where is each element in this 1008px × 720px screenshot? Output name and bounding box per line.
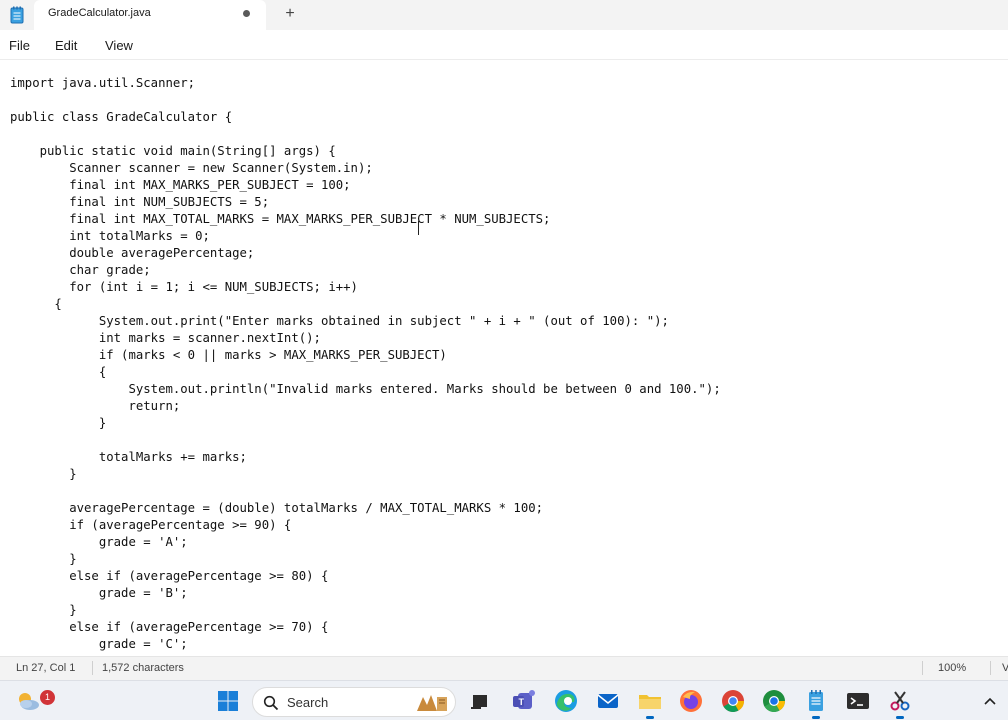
menu-view[interactable]: View xyxy=(105,38,133,53)
notepad-app-icon xyxy=(10,6,24,24)
notification-badge: 1 xyxy=(40,690,55,705)
code-line: if (marks < 0 || marks > MAX_MARKS_PER_S… xyxy=(10,348,447,362)
code-line: grade = 'A'; xyxy=(10,535,188,549)
menu-bar: File Edit View xyxy=(0,30,1008,60)
widgets-icon xyxy=(417,695,447,711)
title-bar: GradeCalculator.java + xyxy=(0,0,1008,30)
code-line: } xyxy=(10,552,77,566)
mail-icon[interactable] xyxy=(594,687,622,715)
code-line: { xyxy=(10,297,62,311)
zoom-level[interactable]: 100% xyxy=(938,662,966,674)
tray-chevron-icon[interactable] xyxy=(976,687,1004,715)
chrome-dev-icon[interactable] xyxy=(760,687,788,715)
text-editor[interactable]: import java.util.Scanner; public class G… xyxy=(0,61,1008,656)
taskbar: 1 Search T xyxy=(0,680,1008,720)
code-line: public static void main(String[] args) { xyxy=(10,144,336,158)
code-line: System.out.print("Enter marks obtained i… xyxy=(10,314,669,328)
code-line: return; xyxy=(10,399,181,413)
tab-title: GradeCalculator.java xyxy=(48,7,151,19)
mouse-ibeam-cursor xyxy=(418,221,422,235)
status-divider xyxy=(990,661,991,675)
code-line: final int NUM_SUBJECTS = 5; xyxy=(10,195,270,209)
code-line: char grade; xyxy=(10,263,151,277)
code-line: final int MAX_TOTAL_MARKS = MAX_MARKS_PE… xyxy=(10,212,551,226)
menu-file[interactable]: File xyxy=(9,38,30,53)
code-line: Scanner scanner = new Scanner(System.in)… xyxy=(10,161,373,175)
active-app-indicator xyxy=(646,716,654,719)
character-count: 1,572 characters xyxy=(102,662,184,674)
chrome-icon[interactable] xyxy=(719,687,747,715)
terminal-icon[interactable] xyxy=(844,687,872,715)
code-line: public class GradeCalculator { xyxy=(10,110,233,124)
taskbar-search[interactable]: Search xyxy=(252,687,456,717)
active-app-indicator xyxy=(896,716,904,719)
search-label: Search xyxy=(287,695,329,710)
menu-edit[interactable]: Edit xyxy=(55,38,77,53)
unsaved-dot-icon[interactable] xyxy=(243,10,250,17)
code-line: import java.util.Scanner; xyxy=(10,76,196,90)
code-line: } xyxy=(10,603,77,617)
code-line: for (int i = 1; i <= NUM_SUBJECTS; i++) xyxy=(10,280,358,294)
folder-icon[interactable] xyxy=(636,687,664,715)
active-app-indicator xyxy=(812,716,820,719)
tab-gradecalculator[interactable]: GradeCalculator.java xyxy=(34,0,266,30)
status-divider xyxy=(922,661,923,675)
code-line: else if (averagePercentage >= 70) { xyxy=(10,620,329,634)
code-line: averagePercentage = (double) totalMarks … xyxy=(10,501,544,515)
edge-icon[interactable] xyxy=(552,687,580,715)
start-icon[interactable] xyxy=(214,687,242,715)
status-bar: Ln 27, Col 1 1,572 characters 100% V xyxy=(0,656,1008,680)
new-tab-button[interactable]: + xyxy=(280,4,300,24)
cursor-position: Ln 27, Col 1 xyxy=(16,662,76,674)
code-line: double averagePercentage; xyxy=(10,246,255,260)
weather-icon[interactable]: 1 xyxy=(14,687,55,715)
file-explorer-task-icon[interactable] xyxy=(466,687,494,715)
status-divider xyxy=(92,661,93,675)
snipping-tool-icon[interactable] xyxy=(886,687,914,715)
code-line: } xyxy=(10,467,77,481)
search-icon xyxy=(263,695,279,711)
code-line: if (averagePercentage >= 90) { xyxy=(10,518,292,532)
encoding-indicator[interactable]: V xyxy=(1002,662,1008,674)
code-line: else if (averagePercentage >= 80) { xyxy=(10,569,329,583)
code-line: grade = 'B'; xyxy=(10,586,188,600)
code-line: grade = 'C'; xyxy=(10,637,188,651)
code-line: } xyxy=(10,416,107,430)
svg-text:T: T xyxy=(519,697,525,707)
code-line: int totalMarks = 0; xyxy=(10,229,210,243)
notepad-icon[interactable] xyxy=(802,687,830,715)
code-line: int marks = scanner.nextInt(); xyxy=(10,331,321,345)
code-line: System.out.println("Invalid marks entere… xyxy=(10,382,721,396)
code-line: final int MAX_MARKS_PER_SUBJECT = 100; xyxy=(10,178,351,192)
code-line: totalMarks += marks; xyxy=(10,450,247,464)
code-line: { xyxy=(10,365,107,379)
firefox-icon[interactable] xyxy=(677,687,705,715)
teams-icon[interactable]: T xyxy=(510,687,538,715)
